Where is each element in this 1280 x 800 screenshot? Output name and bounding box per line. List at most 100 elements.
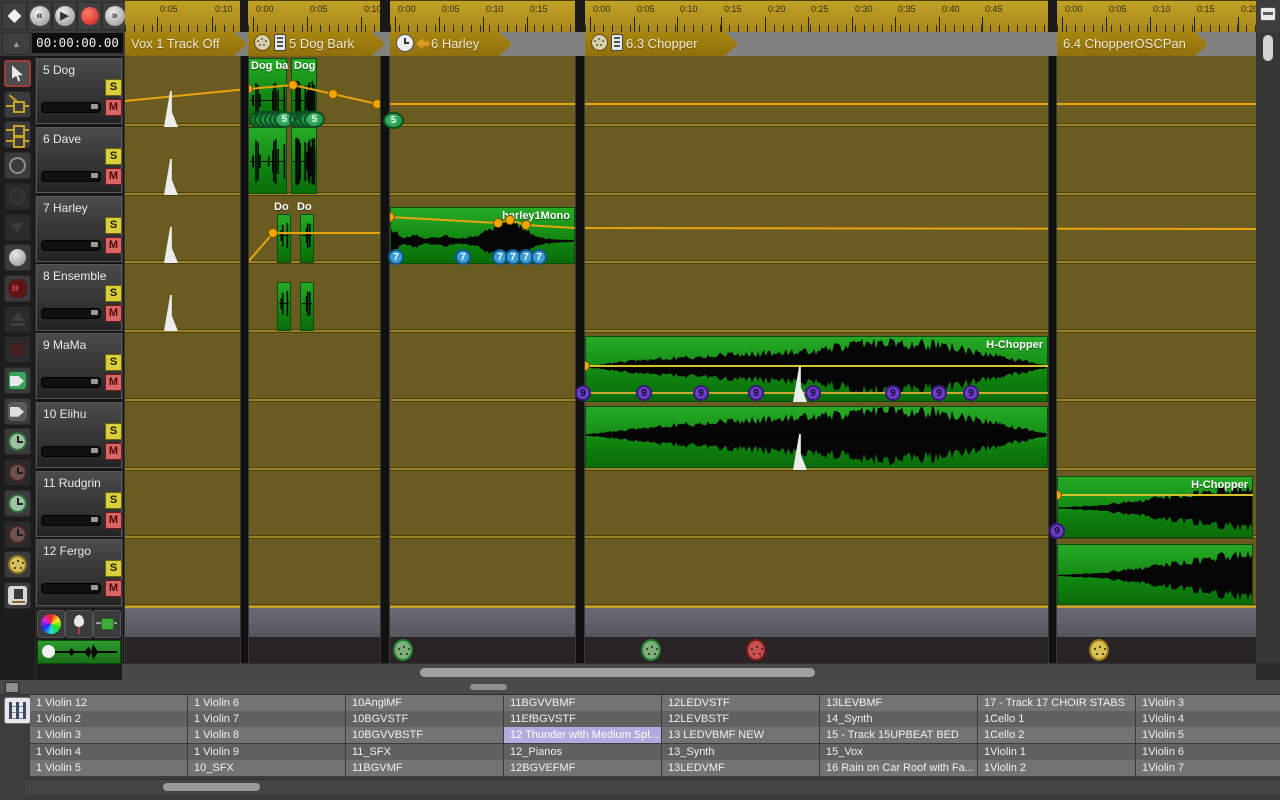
clip-marker-badge[interactable]: 9 xyxy=(963,385,979,401)
ruler-section[interactable]: 0:000:050:10 xyxy=(248,0,380,33)
browser-item[interactable]: 11EfBGVSTF xyxy=(504,711,662,727)
solo-button[interactable]: S xyxy=(105,285,122,302)
fader-thumb[interactable] xyxy=(91,173,98,178)
section-tab-5[interactable]: 6.4 ChopperOSCPan xyxy=(1057,32,1208,56)
clock-green2-tool[interactable] xyxy=(4,490,31,517)
browser-item[interactable]: 1Violin 4 xyxy=(1136,711,1280,727)
red-ffwd-tool[interactable]: » xyxy=(4,275,31,302)
browser-item[interactable]: 11_SFX xyxy=(346,744,504,760)
arrangement-area[interactable]: Dog baDogDoDoharley1MonoH-ChopperH-Chopp… xyxy=(122,56,1256,606)
vertical-scrollbar-thumb[interactable] xyxy=(1263,35,1273,61)
vertical-scrollbar[interactable] xyxy=(1256,32,1280,663)
sphere-tool[interactable] xyxy=(4,244,31,271)
browser-item[interactable]: 17 - Track 17 CHOIR STABS xyxy=(978,695,1136,711)
browser-item[interactable]: 1Cello 2 xyxy=(978,727,1136,743)
volume-fader[interactable] xyxy=(41,446,101,457)
section-tab-4[interactable]: 6.3 Chopper xyxy=(585,32,738,56)
clip-marker-badge[interactable]: 9 xyxy=(1049,523,1065,539)
browser-item[interactable]: 10BGVVBSTF xyxy=(346,727,504,743)
mute-button[interactable]: M xyxy=(105,99,122,116)
track-header-5[interactable]: 5 DogSM xyxy=(36,58,122,124)
clip-marker-badge[interactable]: 9 xyxy=(805,385,821,401)
red-square-tool[interactable] xyxy=(4,336,31,363)
record-button[interactable] xyxy=(77,2,102,30)
horizontal-scrollbar[interactable] xyxy=(122,663,1256,681)
browser-header-scroll-thumb[interactable] xyxy=(470,684,507,690)
browser-item[interactable]: 11BGVMF xyxy=(346,760,504,776)
ruler-section[interactable]: 0:000:050:100:15 xyxy=(390,0,575,33)
browser-scrollbar[interactable] xyxy=(25,779,1280,794)
browser-item[interactable]: 1 Violin 4 xyxy=(30,744,188,760)
browser-item[interactable]: 13LEDVMF xyxy=(662,760,820,776)
browser-item[interactable]: 10AnglMF xyxy=(346,695,504,711)
automation-multi-node-tool[interactable] xyxy=(4,121,31,148)
audio-clip[interactable] xyxy=(1057,544,1253,605)
browser-item[interactable]: 13 LEDVBMF NEW xyxy=(662,727,820,743)
audio-clip[interactable] xyxy=(248,127,287,194)
play-button[interactable]: ▶ xyxy=(52,2,77,30)
marker-pin-button[interactable] xyxy=(65,610,93,638)
timeline-ruler[interactable]: 0:050:100:000:050:100:000:050:100:150:00… xyxy=(125,0,1256,32)
clip-preview-strip[interactable] xyxy=(37,640,121,664)
audio-clip-h-chopper[interactable]: H-Chopper xyxy=(1057,476,1253,538)
browser-item[interactable]: 1Cello 1 xyxy=(978,711,1136,727)
clip-marker-badge[interactable]: 7 xyxy=(388,249,404,265)
clip-marker-badge[interactable]: 9 xyxy=(885,385,901,401)
ruler-section[interactable]: 0:000:050:100:150:200:250:300:350:400:45 xyxy=(585,0,1048,33)
playhead-pin-marker[interactable] xyxy=(164,295,178,331)
marker-diamond-button[interactable] xyxy=(2,2,27,30)
audio-clip[interactable] xyxy=(300,282,314,331)
track-header-8[interactable]: 8 EnsembleSM xyxy=(36,264,122,330)
browser-item[interactable]: 1Violin 3 xyxy=(1136,695,1280,711)
automation-point-button[interactable] xyxy=(93,610,121,638)
playhead-pin-marker[interactable] xyxy=(164,227,178,263)
audio-clip-harley1mono[interactable]: harley1Mono xyxy=(390,207,575,264)
rewind-button[interactable]: « xyxy=(27,2,52,30)
mute-button[interactable]: M xyxy=(105,374,122,391)
ruler-section[interactable]: 0:000:050:100:150:20 xyxy=(1057,0,1256,33)
tag-green-tool[interactable] xyxy=(4,367,31,394)
browser-item[interactable]: 1 Violin 2 xyxy=(30,711,188,727)
monitor-icon[interactable] xyxy=(5,682,19,693)
mute-button[interactable]: M xyxy=(105,512,122,529)
eject-tool[interactable] xyxy=(4,306,31,333)
din-yellow-tool[interactable] xyxy=(4,551,31,578)
solo-button[interactable]: S xyxy=(105,217,122,234)
browser-item[interactable]: 1Violin 1 xyxy=(978,744,1136,760)
fader-thumb[interactable] xyxy=(91,517,98,522)
expand-button[interactable]: ▲ xyxy=(2,32,31,55)
clip-marker-badge[interactable]: 9 xyxy=(748,385,764,401)
solo-button[interactable]: S xyxy=(105,492,122,509)
clock-red2-tool[interactable] xyxy=(4,521,31,548)
take-badge[interactable]: 5 xyxy=(304,111,325,128)
midi-din-green-icon[interactable] xyxy=(393,639,413,661)
section-tab-2[interactable]: 5 Dog Bark xyxy=(248,32,385,56)
clip-marker-badge[interactable]: 9 xyxy=(636,385,652,401)
browser-item[interactable]: 10_SFX xyxy=(188,760,346,776)
browser-item[interactable]: 1Violin 2 xyxy=(978,760,1136,776)
track-header-11[interactable]: 11 RudgrinSM xyxy=(36,471,122,537)
clip-marker-badge[interactable]: 7 xyxy=(531,249,547,265)
browser-item[interactable]: 12LEDVSTF xyxy=(662,695,820,711)
track-header-9[interactable]: 9 MaMaSM xyxy=(36,333,122,399)
mute-button[interactable]: M xyxy=(105,168,122,185)
browser-item[interactable]: 14_Synth xyxy=(820,711,978,727)
browser-item[interactable]: 16 Rain on Car Roof with Fa... xyxy=(820,760,978,776)
automation-node[interactable] xyxy=(329,90,338,99)
fader-thumb[interactable] xyxy=(91,310,98,315)
solo-button[interactable]: S xyxy=(105,148,122,165)
midi-din-red-icon[interactable] xyxy=(746,639,766,661)
clip-marker-badge[interactable]: 9 xyxy=(575,385,591,401)
browser-item[interactable]: 1 Violin 12 xyxy=(30,695,188,711)
browser-item[interactable]: 1 Violin 6 xyxy=(188,695,346,711)
section-tab-1[interactable]: Vox 1 Track Off xyxy=(125,32,247,56)
mute-button[interactable]: M xyxy=(105,580,122,597)
browser-item[interactable]: 11BGVVBMF xyxy=(504,695,662,711)
playhead-pin-marker[interactable] xyxy=(164,91,178,127)
volume-fader[interactable] xyxy=(41,102,101,113)
playhead-pin-marker[interactable] xyxy=(164,159,178,195)
fader-thumb[interactable] xyxy=(91,242,98,247)
browser-scrollbar-thumb[interactable] xyxy=(163,783,260,791)
browser-item[interactable]: 10BGVSTF xyxy=(346,711,504,727)
horizontal-scrollbar-thumb[interactable] xyxy=(420,668,815,677)
